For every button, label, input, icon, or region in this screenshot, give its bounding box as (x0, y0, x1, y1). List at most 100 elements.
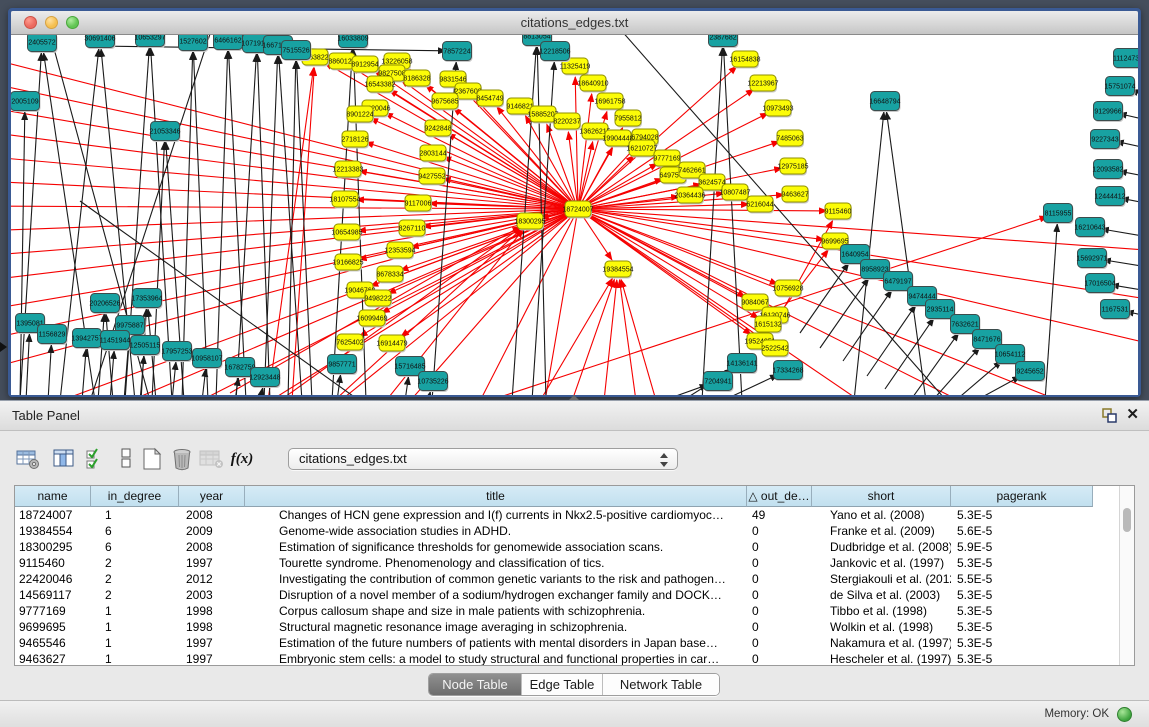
graph-node[interactable]: 16648794 (869, 92, 900, 113)
graph-node[interactable]: 10756928 (772, 280, 803, 298)
graph-node[interactable]: 1527602 (179, 35, 209, 52)
graph-node[interactable]: 10654985 (331, 224, 362, 242)
tab-network-table[interactable]: Network Table (602, 674, 719, 695)
graph-node[interactable]: 9675685 (431, 93, 459, 111)
graph-node[interactable]: 9427552 (418, 168, 446, 186)
graph-node[interactable]: 12505115 (130, 336, 161, 357)
graph-node[interactable]: 10807487 (719, 184, 750, 202)
delete-table-button[interactable] (198, 445, 226, 473)
column-header[interactable]: title (245, 486, 747, 507)
graph-node[interactable]: 21053346 (149, 122, 180, 143)
table-row[interactable]: 911546021997Tourette syndrome. Phenomeno… (15, 555, 1134, 571)
graph-node[interactable]: 1615132 (754, 316, 782, 334)
graph-node[interactable]: 6466162 (214, 35, 244, 51)
table-row[interactable]: 1456911722003Disruption of a novel membe… (15, 587, 1134, 603)
graph-node[interactable]: 12218506 (539, 42, 570, 63)
graph-node[interactable]: 14136141 (726, 354, 757, 375)
graph-node[interactable]: 2405572 (28, 35, 58, 53)
graph-node[interactable]: 20206526 (89, 294, 120, 315)
graph-node[interactable]: 9777169 (653, 150, 681, 168)
graph-node[interactable]: 7485063 (776, 130, 804, 148)
graph-node[interactable]: 9245652 (1016, 362, 1046, 383)
graph-node[interactable]: 6216044 (746, 196, 774, 214)
graph-node[interactable]: 8115955 (1044, 204, 1074, 225)
network-window[interactable]: citations_edges.txt 18724007886012889129… (8, 8, 1141, 397)
graph-node[interactable]: 16154838 (729, 51, 760, 69)
graph-node[interactable]: 18640910 (577, 75, 608, 93)
graph-node[interactable]: 7857224 (443, 42, 473, 63)
new-table-button[interactable] (138, 445, 166, 473)
table-row[interactable]: 1830029562008Estimation of significance … (15, 539, 1134, 555)
graph-node[interactable]: 12975185 (777, 158, 808, 176)
graph-node[interactable]: 9498222 (364, 290, 392, 308)
graph-node[interactable]: 2387682 (709, 35, 739, 48)
table-scrollbar[interactable] (1119, 486, 1134, 665)
scrollbar-thumb[interactable] (1123, 508, 1131, 532)
graph-node[interactable]: 10958107 (191, 349, 222, 370)
graph-node[interactable]: 19166825 (332, 254, 363, 272)
graph-node[interactable]: 16033809 (337, 35, 368, 49)
graph-node[interactable]: 2803144 (419, 145, 447, 163)
graph-node[interactable]: 7515526 (282, 41, 312, 62)
select-all-button[interactable] (82, 445, 110, 473)
graph-node[interactable]: 9463627 (781, 186, 809, 204)
graph-node[interactable]: 8912954 (351, 56, 379, 74)
graph-node[interactable]: 2522542 (761, 340, 789, 358)
column-header[interactable]: △ out_de… (747, 486, 812, 507)
graph-node[interactable]: 11124734 (1113, 49, 1138, 70)
graph-node[interactable]: 9115460 (825, 203, 852, 221)
graph-node[interactable]: 10735226 (417, 372, 448, 393)
graph-node[interactable]: 2718126 (341, 131, 369, 149)
graph-node[interactable]: 8678334 (376, 266, 404, 284)
graph-node[interactable]: 30691406 (84, 35, 115, 49)
table-row[interactable]: 946362711997Embryonic stem cells: a mode… (15, 651, 1134, 666)
graph-node[interactable]: 13942757 (71, 329, 102, 350)
unselect-all-button[interactable] (112, 445, 140, 473)
graph-node[interactable]: 19384554 (602, 261, 633, 279)
network-window-titlebar[interactable]: citations_edges.txt (11, 11, 1138, 35)
graph-node[interactable]: 15692971 (1076, 249, 1107, 270)
graph-node[interactable]: 16099469 (356, 310, 387, 328)
graph-node[interactable]: 12213383 (332, 161, 363, 179)
close-panel-icon[interactable]: ✕ (1126, 405, 1139, 423)
delete-button[interactable] (168, 445, 196, 473)
table-row[interactable]: 946554611997Estimation of the future num… (15, 635, 1134, 651)
graph-node[interactable]: 18724007 (562, 201, 593, 219)
column-header[interactable]: in_degree (91, 486, 179, 507)
float-panel-icon[interactable] (1102, 408, 1117, 423)
table-row[interactable]: 977716911998Corpus callosum shape and si… (15, 603, 1134, 619)
graph-node[interactable]: 1167531 (1101, 300, 1131, 321)
graph-node[interactable]: 17353964 (131, 289, 162, 310)
graph-node[interactable]: 7625402 (336, 334, 364, 352)
table-selector[interactable]: citations_edges.txt (288, 448, 678, 470)
graph-node[interactable]: 9117006 (405, 195, 432, 213)
graph-node[interactable]: 16914479 (376, 335, 407, 353)
graph-node[interactable]: 17016504 (1084, 274, 1115, 295)
graph-node[interactable]: 7955812 (614, 110, 642, 128)
graph-node[interactable]: 8220237 (553, 113, 581, 131)
table-row[interactable]: 1938455462009Genome-wide association stu… (15, 523, 1134, 539)
tab-edge-table[interactable]: Edge Table (521, 674, 602, 695)
graph-node[interactable]: 18107554 (329, 191, 360, 209)
graph-node[interactable]: 9227343 (1091, 130, 1121, 151)
table-row[interactable]: 2242004622012Investigating the contribut… (15, 571, 1134, 587)
graph-node[interactable]: 18300295 (514, 213, 545, 231)
graph-node[interactable]: 12213967 (747, 75, 778, 93)
graph-node[interactable]: 7204941 (704, 372, 734, 393)
graph-node[interactable]: 2005109 (11, 92, 41, 113)
graph-node[interactable]: 12353594 (384, 242, 415, 260)
column-header[interactable]: pagerank (951, 486, 1093, 507)
table-row[interactable]: 969969511998Structural magnetic resonanc… (15, 619, 1134, 635)
graph-node[interactable]: 9242848 (424, 120, 452, 138)
graph-node[interactable]: 17334268 (772, 361, 803, 382)
graph-node[interactable]: 15751074 (1104, 77, 1135, 98)
graph-node[interactable]: 8454749 (476, 90, 504, 108)
graph-node[interactable]: 12444412 (1094, 187, 1125, 208)
show-columns-button[interactable] (50, 445, 78, 473)
graph-node[interactable]: 17957253 (161, 342, 192, 363)
graph-node[interactable]: 20364436 (674, 187, 705, 205)
tab-node-table[interactable]: Node Table (429, 674, 521, 695)
graph-node[interactable]: 8267110 (399, 220, 426, 238)
graph-node[interactable]: 16543382 (364, 76, 395, 94)
graph-node[interactable]: 11451944 (100, 331, 131, 352)
